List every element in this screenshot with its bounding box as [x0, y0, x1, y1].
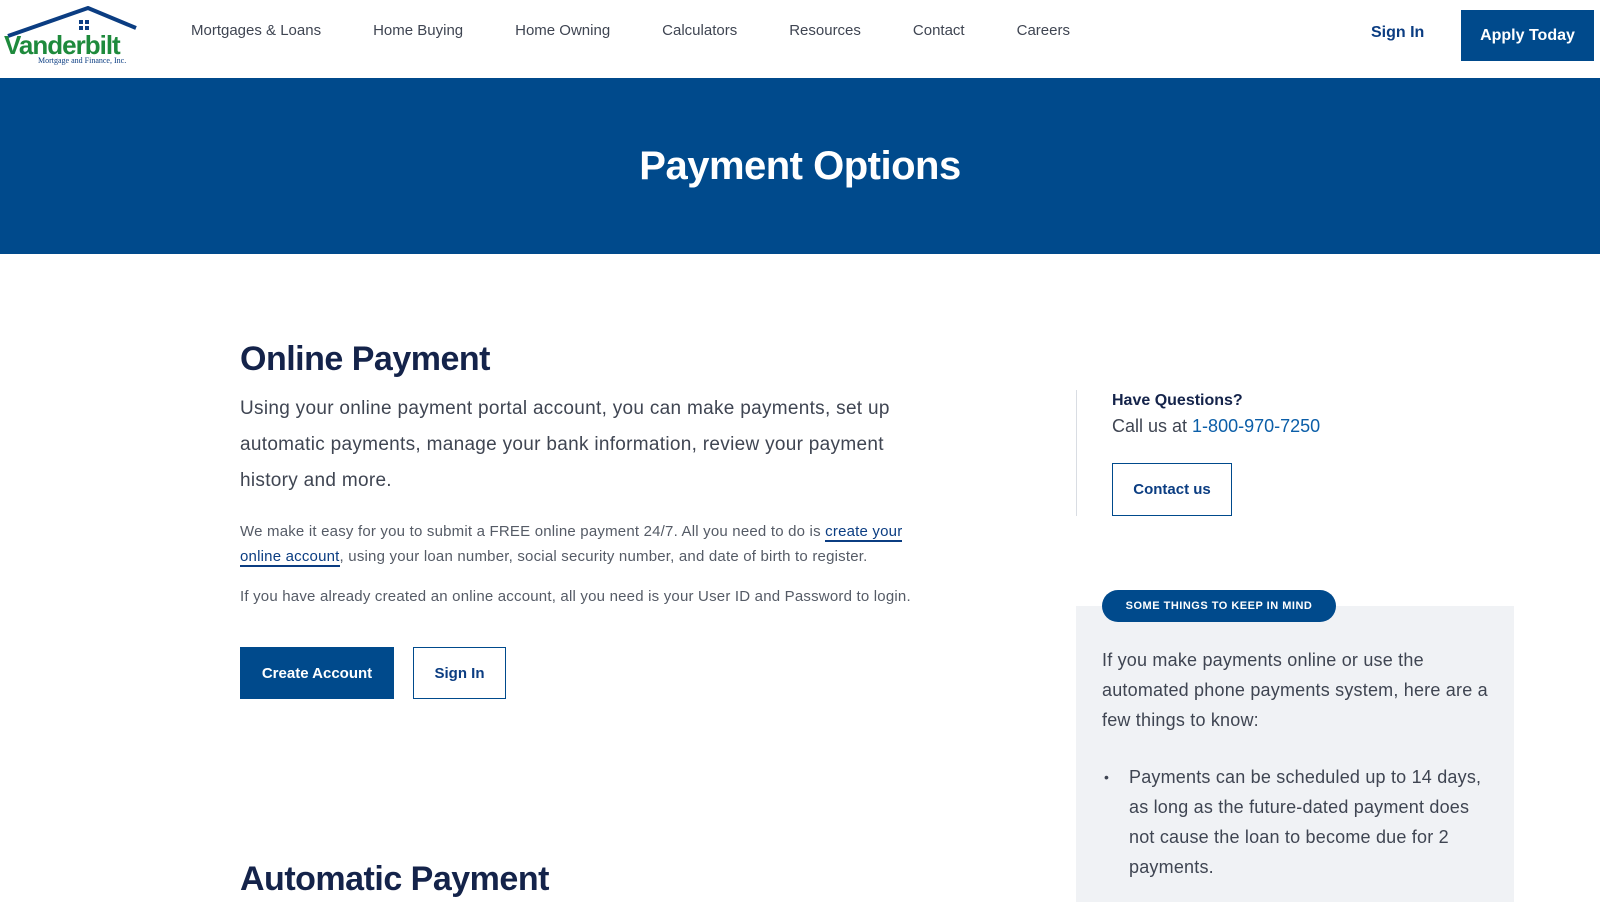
- paragraph-text: , using your loan number, social securit…: [339, 548, 868, 565]
- online-payment-paragraph-2: If you have already created an online ac…: [240, 588, 911, 605]
- call-prefix: Call us at: [1112, 416, 1193, 436]
- nav-item-mortgages-loans[interactable]: Mortgages & Loans: [191, 22, 321, 39]
- phone-link[interactable]: 1-800-970-7250: [1192, 416, 1320, 436]
- nav-item-home-owning[interactable]: Home Owning: [515, 22, 610, 39]
- list-item: • Payments can be scheduled up to 14 day…: [1102, 762, 1492, 882]
- page-title: Payment Options: [639, 143, 961, 188]
- paragraph-text: We make it easy for you to submit a FREE…: [240, 523, 821, 540]
- main-nav: Mortgages & Loans Home Buying Home Ownin…: [191, 22, 1122, 39]
- have-questions-block: Have Questions? Call us at 1-800-970-725…: [1112, 392, 1320, 437]
- apply-today-button[interactable]: Apply Today: [1461, 10, 1594, 61]
- online-payment-heading: Online Payment: [240, 340, 490, 378]
- keep-in-mind-intro: If you make payments online or use the a…: [1102, 650, 1488, 730]
- online-payment-paragraph-1: We make it easy for you to submit a FREE…: [240, 519, 920, 569]
- create-account-button[interactable]: Create Account: [240, 647, 394, 699]
- bullet-icon: •: [1104, 769, 1110, 785]
- contact-us-button[interactable]: Contact us: [1112, 463, 1232, 516]
- keep-in-mind-badge: SOME THINGS TO KEEP IN MIND: [1102, 590, 1336, 622]
- nav-item-home-buying[interactable]: Home Buying: [373, 22, 463, 39]
- sidebar-divider: [1076, 390, 1077, 516]
- online-payment-lead: Using your online payment portal account…: [240, 398, 890, 491]
- nav-item-resources[interactable]: Resources: [789, 22, 861, 39]
- call-us-text: Call us at 1-800-970-7250: [1112, 416, 1320, 437]
- keep-in-mind-list: • Payments can be scheduled up to 14 day…: [1102, 762, 1492, 882]
- hero-banner: Payment Options: [0, 78, 1600, 254]
- sign-in-button[interactable]: Sign In: [413, 647, 506, 699]
- list-item-text: Payments can be scheduled up to 14 days,…: [1129, 767, 1482, 877]
- automatic-payment-heading: Automatic Payment: [240, 860, 549, 898]
- nav-item-careers[interactable]: Careers: [1017, 22, 1070, 39]
- online-payment-section: Online Payment Using your online payment…: [240, 340, 920, 699]
- header-sign-in-link[interactable]: Sign In: [1371, 24, 1424, 42]
- nav-item-calculators[interactable]: Calculators: [662, 22, 737, 39]
- vanderbilt-logo[interactable]: Vanderbilt Mortgage and Finance, Inc.: [4, 6, 140, 66]
- site-header: Vanderbilt Mortgage and Finance, Inc. Mo…: [0, 0, 1600, 78]
- online-payment-actions: Create Account Sign In: [240, 647, 920, 699]
- have-questions-title: Have Questions?: [1112, 392, 1243, 409]
- logo-subtext: Mortgage and Finance, Inc.: [38, 56, 127, 65]
- nav-item-contact[interactable]: Contact: [913, 22, 965, 39]
